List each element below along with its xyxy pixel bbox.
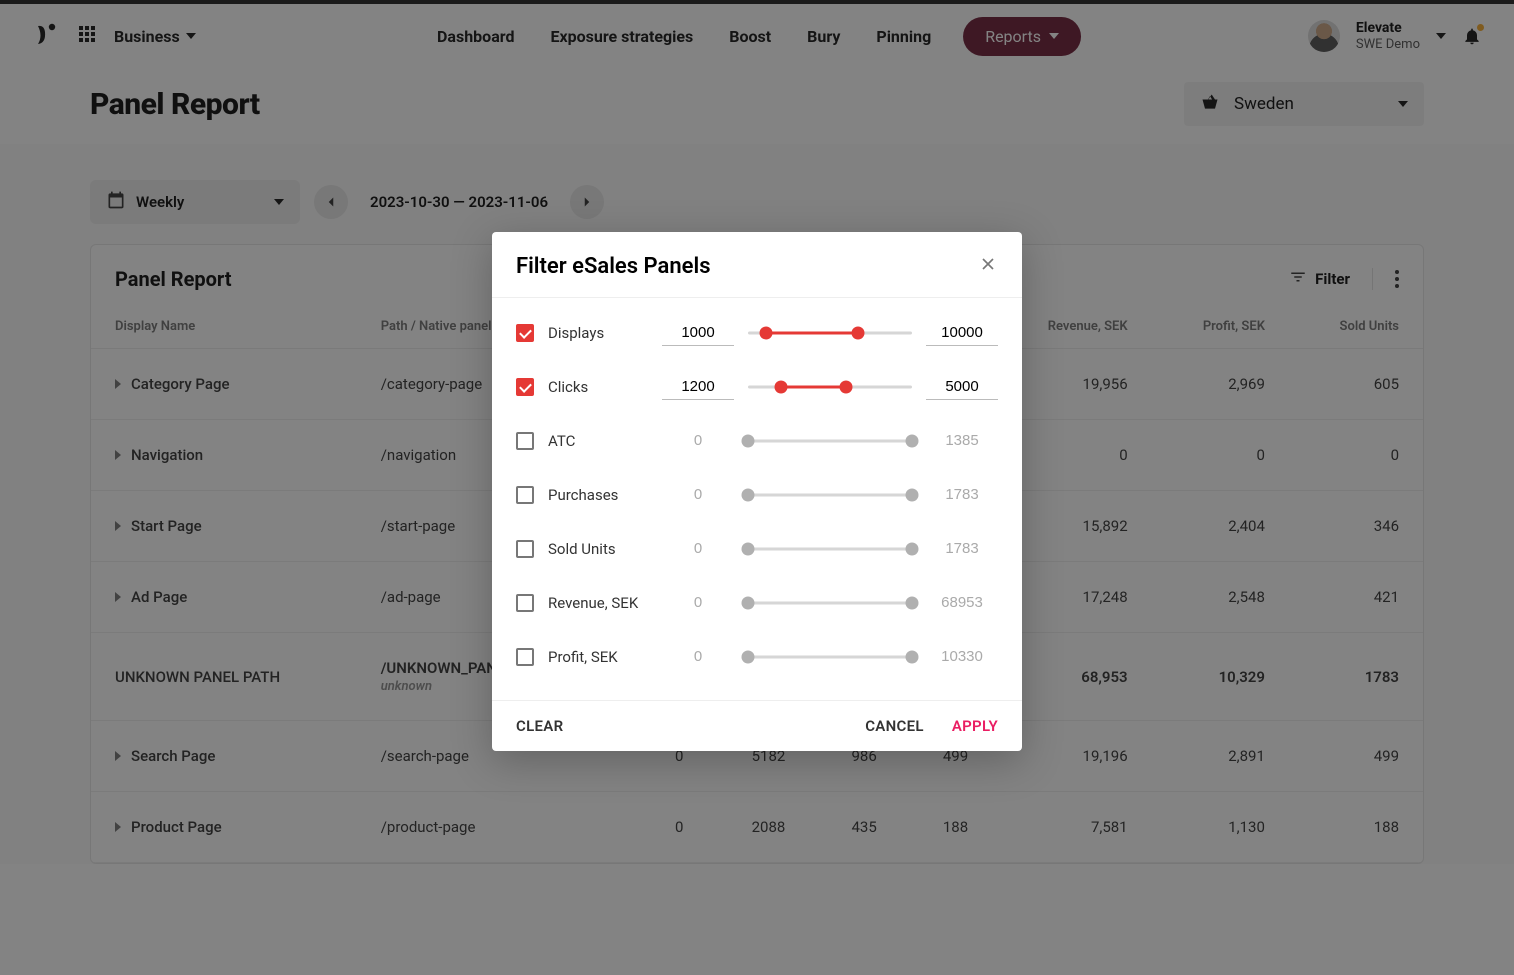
slider-handle-high[interactable] (906, 651, 919, 664)
filter-slider[interactable] (748, 483, 912, 507)
apply-button[interactable]: APPLY (952, 717, 998, 735)
filter-max-input[interactable] (926, 320, 998, 346)
slider-handle-low[interactable] (742, 597, 755, 610)
close-button[interactable] (978, 254, 998, 279)
slider-handle-low[interactable] (742, 489, 755, 502)
filter-row: Profit, SEK (516, 630, 998, 684)
modal-overlay[interactable]: Filter eSales Panels Displays Clicks ATC Pu… (0, 0, 1514, 975)
filter-checkbox[interactable] (516, 432, 534, 450)
filter-row: Sold Units (516, 522, 998, 576)
filter-checkbox[interactable] (516, 324, 534, 342)
filter-label: Displays (548, 324, 648, 342)
filter-min-input (662, 482, 734, 508)
filter-min-input (662, 590, 734, 616)
filter-label: Sold Units (548, 540, 648, 558)
dialog-title: Filter eSales Panels (516, 254, 711, 279)
cancel-button[interactable]: CANCEL (865, 717, 924, 735)
filter-min-input (662, 644, 734, 670)
slider-handle-high[interactable] (906, 597, 919, 610)
filter-row: Displays (516, 306, 998, 360)
filter-row: Revenue, SEK (516, 576, 998, 630)
filter-max-input (926, 590, 998, 616)
filter-min-input[interactable] (662, 320, 734, 346)
filter-min-input (662, 536, 734, 562)
slider-handle-high[interactable] (906, 543, 919, 556)
filter-max-input[interactable] (926, 374, 998, 400)
filter-checkbox[interactable] (516, 648, 534, 666)
filter-max-input (926, 482, 998, 508)
filter-slider[interactable] (748, 375, 912, 399)
filter-label: Purchases (548, 486, 648, 504)
filter-max-input (926, 644, 998, 670)
filter-checkbox[interactable] (516, 594, 534, 612)
filter-checkbox[interactable] (516, 486, 534, 504)
slider-handle-high[interactable] (906, 489, 919, 502)
filter-slider[interactable] (748, 429, 912, 453)
filter-min-input[interactable] (662, 374, 734, 400)
filter-slider[interactable] (748, 645, 912, 669)
filter-label: ATC (548, 432, 648, 450)
slider-handle-high[interactable] (906, 435, 919, 448)
filter-slider[interactable] (748, 321, 912, 345)
filter-label: Clicks (548, 378, 648, 396)
filter-dialog: Filter eSales Panels Displays Clicks ATC Pu… (492, 232, 1022, 751)
slider-handle-low[interactable] (760, 327, 773, 340)
filter-checkbox[interactable] (516, 378, 534, 396)
filter-slider[interactable] (748, 537, 912, 561)
slider-handle-low[interactable] (742, 435, 755, 448)
filter-checkbox[interactable] (516, 540, 534, 558)
filter-row: ATC (516, 414, 998, 468)
filter-slider[interactable] (748, 591, 912, 615)
slider-handle-high[interactable] (840, 381, 853, 394)
filter-row: Purchases (516, 468, 998, 522)
filter-max-input (926, 536, 998, 562)
filter-label: Profit, SEK (548, 648, 648, 666)
slider-handle-high[interactable] (851, 327, 864, 340)
filter-max-input (926, 428, 998, 454)
filter-row: Clicks (516, 360, 998, 414)
slider-handle-low[interactable] (742, 651, 755, 664)
slider-handle-low[interactable] (742, 543, 755, 556)
slider-handle-low[interactable] (774, 381, 787, 394)
filter-min-input (662, 428, 734, 454)
clear-button[interactable]: CLEAR (516, 717, 563, 735)
filter-label: Revenue, SEK (548, 594, 648, 612)
